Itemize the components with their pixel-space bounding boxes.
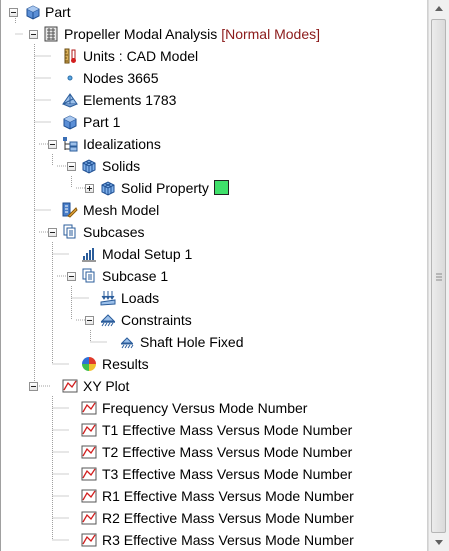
tree-node-plot-item[interactable]: T3 Effective Mass Versus Mode Number: [1, 463, 421, 485]
expand-toggle[interactable]: [85, 184, 94, 193]
tree-node-analysis[interactable]: Propeller Modal Analysis [Normal Modes]: [1, 23, 421, 45]
tree-node-solids[interactable]: Solids: [1, 155, 421, 177]
tree-node-idealizations[interactable]: Idealizations: [1, 133, 421, 155]
xy-plot-icon: [81, 445, 97, 459]
xy-plot-icon: [81, 423, 97, 437]
part-icon: [63, 115, 77, 130]
color-swatch: [213, 180, 229, 195]
collapse-toggle[interactable]: [29, 382, 38, 391]
tree-label-modal-setup: Modal Setup 1: [102, 246, 193, 262]
xy-plot-icon: [81, 511, 97, 525]
tree-label-loads: Loads: [121, 290, 160, 306]
xy-plot-icon: [81, 401, 97, 415]
scroll-down-arrow-icon[interactable]: [429, 534, 449, 551]
constraints-icon: [100, 314, 116, 327]
tree-node-constraints[interactable]: Constraints: [1, 309, 421, 331]
solids-icon: [101, 181, 115, 196]
mesh-model-icon: [62, 202, 78, 218]
subcases-icon: [82, 268, 95, 283]
vertical-scrollbar[interactable]: [428, 0, 449, 551]
tree-node-subcase-1[interactable]: Subcase 1: [1, 265, 421, 287]
tree-label-constraints: Constraints: [121, 312, 192, 328]
tree-node-solid-property[interactable]: Solid Property: [1, 177, 421, 199]
tree-node-shaft-hole-fixed[interactable]: Shaft Hole Fixed: [1, 331, 421, 353]
tree-node-results[interactable]: Results: [1, 353, 421, 375]
model-tree: Part Propeller Modal Analysis [Normal Mo…: [0, 0, 428, 551]
tree-node-plot-item[interactable]: R2 Effective Mass Versus Mode Number: [1, 507, 421, 529]
tree-node-subcases[interactable]: Subcases: [1, 221, 421, 243]
tree-node-units[interactable]: Units : CAD Model: [1, 45, 421, 67]
modal-setup-icon: [82, 248, 96, 262]
results-icon: [82, 357, 96, 371]
collapse-toggle[interactable]: [9, 8, 18, 17]
tree-label-analysis: Propeller Modal Analysis: [64, 26, 218, 42]
tree-label-units: Units : CAD Model: [83, 48, 199, 64]
tree-node-part-1[interactable]: Part 1: [1, 111, 421, 133]
tree-node-loads[interactable]: Loads: [1, 287, 421, 309]
tree-label-solids: Solids: [102, 158, 141, 174]
tree-label-xy-plot: XY Plot: [83, 378, 130, 394]
tree-label-plot: R1 Effective Mass Versus Mode Number: [102, 488, 354, 504]
idealizations-icon: [63, 137, 78, 152]
tree-label-plot: T3 Effective Mass Versus Mode Number: [102, 466, 353, 482]
collapse-toggle[interactable]: [85, 316, 94, 325]
tree-label-elements: Elements 1783: [83, 92, 177, 108]
tree-label-plot: R3 Effective Mass Versus Mode Number: [102, 532, 354, 548]
xy-plot-icon: [81, 489, 97, 503]
xy-plot-icon: [62, 379, 78, 393]
collapse-toggle[interactable]: [67, 162, 76, 171]
analysis-icon: [44, 26, 58, 42]
collapse-toggle[interactable]: [48, 140, 57, 149]
tree-node-xy-plot[interactable]: XY Plot: [1, 375, 421, 397]
tree-node-nodes[interactable]: Nodes 3665: [1, 67, 421, 89]
tree-label-subcase-1: Subcase 1: [102, 268, 169, 284]
tree-label-plot: T2 Effective Mass Versus Mode Number: [102, 444, 353, 460]
tree-node-plot-item[interactable]: Frequency Versus Mode Number: [1, 397, 421, 419]
tree-node-mesh-model[interactable]: Mesh Model: [1, 199, 421, 221]
tree-label-plot: Frequency Versus Mode Number: [102, 400, 308, 416]
tree-label-part: Part: [45, 4, 71, 20]
tree-label-mesh-model: Mesh Model: [83, 202, 160, 218]
tree-label-part-1: Part 1: [83, 114, 121, 130]
collapse-toggle[interactable]: [67, 272, 76, 281]
grip-icon: [436, 273, 442, 281]
xy-plot-icon: [81, 467, 97, 481]
node-icon: [67, 75, 73, 81]
part-icon: [26, 5, 40, 20]
tree-label-results: Results: [102, 356, 149, 372]
tree-label-solid-property: Solid Property: [121, 180, 209, 196]
collapse-toggle[interactable]: [48, 228, 57, 237]
tree-label-plot: T1 Effective Mass Versus Mode Number: [102, 422, 353, 438]
tree-label-nodes: Nodes 3665: [83, 70, 159, 86]
tree-label-shaft-hole-fixed: Shaft Hole Fixed: [140, 334, 244, 350]
elements-icon: [62, 93, 78, 108]
tree-label-idealizations: Idealizations: [83, 136, 161, 152]
subcases-icon: [63, 224, 76, 239]
solids-icon: [82, 159, 96, 174]
tree-node-plot-item[interactable]: R1 Effective Mass Versus Mode Number: [1, 485, 421, 507]
tree-label-plot: R2 Effective Mass Versus Mode Number: [102, 510, 354, 526]
scroll-up-arrow-icon[interactable]: [429, 0, 449, 17]
loads-icon: [100, 291, 116, 306]
tree-node-modal-setup[interactable]: Modal Setup 1: [1, 243, 421, 265]
xy-plot-icon: [81, 533, 97, 547]
tree-node-plot-item[interactable]: T2 Effective Mass Versus Mode Number: [1, 441, 421, 463]
tree-node-elements[interactable]: Elements 1783: [1, 89, 421, 111]
tree-node-plot-item[interactable]: R3 Effective Mass Versus Mode Number: [1, 529, 421, 551]
tree-node-plot-item[interactable]: T1 Effective Mass Versus Mode Number: [1, 419, 421, 441]
constraints-icon: [120, 337, 134, 349]
units-icon: [64, 48, 76, 64]
collapse-toggle[interactable]: [29, 30, 38, 39]
scrollbar-thumb[interactable]: [431, 19, 446, 533]
tree-node-part[interactable]: Part: [1, 1, 421, 23]
analysis-type-suffix: [Normal Modes]: [221, 26, 320, 42]
tree-label-subcases: Subcases: [83, 224, 145, 240]
